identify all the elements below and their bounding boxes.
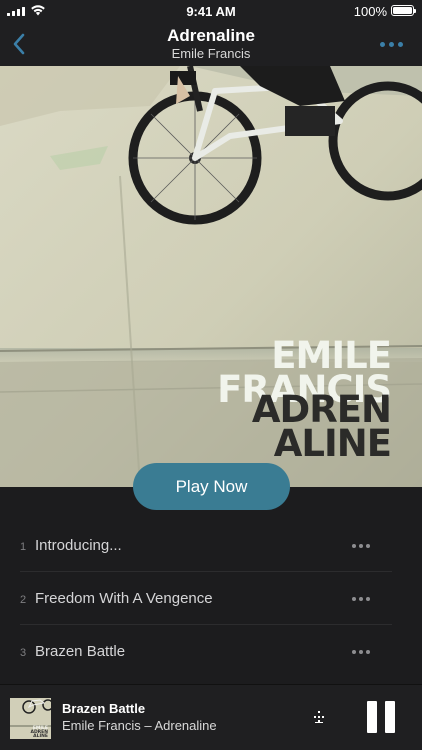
track-row[interactable]: 1 Introducing... [0,519,422,572]
play-now-button[interactable]: Play Now [133,463,290,510]
pause-icon[interactable] [367,701,395,733]
track-title: Brazen Battle [35,643,126,660]
track-title: Introducing... [35,537,122,554]
now-playing-subtitle: Emile Francis – Adrenaline [62,718,217,733]
track-number: 2 [20,594,27,606]
battery-percent: 100% [353,4,387,19]
cast-icon[interactable] [311,709,327,725]
mini-album-art: EMILE ADREN ALINE [10,698,51,739]
track-number: 1 [20,541,27,553]
track-list: 1 Introducing... 2 Freedom With A Vengen… [0,519,422,678]
track-more-icon[interactable] [352,597,370,601]
track-title: Freedom With A Vengence [35,590,213,607]
page-subtitle: Emile Francis [171,46,251,61]
battery-icon [391,5,416,16]
album-art: EMILE FRANCIS ADREN ALINE [0,66,422,487]
svg-text:ALINE: ALINE [33,733,48,739]
track-row[interactable]: 3 Brazen Battle [0,625,422,678]
more-horizontal-icon[interactable] [380,42,404,48]
mini-player[interactable]: EMILE ADREN ALINE Brazen Battle Emile Fr… [0,684,422,750]
track-more-icon[interactable] [352,650,370,654]
chevron-left-icon[interactable] [10,30,30,58]
now-playing-title: Brazen Battle [62,701,146,716]
page-title: Adrenaline [167,26,255,45]
nav-bar: Adrenaline Emile Francis [0,22,422,66]
track-row[interactable]: 2 Freedom With A Vengence [0,572,422,625]
track-more-icon[interactable] [352,544,370,548]
status-bar: 9:41 AM 100% [0,0,422,22]
track-number: 3 [20,647,27,659]
album-art-title: ADREN ALINE [251,388,392,466]
